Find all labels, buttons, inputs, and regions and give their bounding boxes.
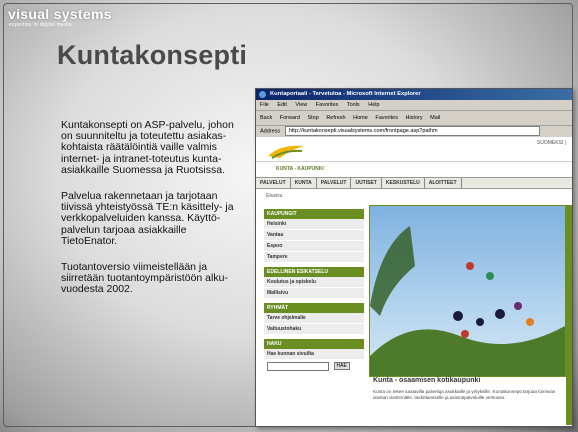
ie-icon xyxy=(259,91,266,98)
sidebar-heading: EDELLINEN ESIKATSELU xyxy=(264,267,364,277)
browser-titlebar: Kuntaportaali - Tervetuloa - Microsoft I… xyxy=(256,89,572,100)
menu-file[interactable]: File xyxy=(260,102,269,108)
sidebar-item[interactable]: Tampere xyxy=(264,252,364,263)
slide-body: Kuntakonsepti on ASP-palvelu, johon on s… xyxy=(61,119,241,311)
site-sidebar: KAUPUNGIT Helsinki Vantaa Espoo Tampere … xyxy=(264,205,364,371)
page-header: SUOMEKSI | xyxy=(256,137,572,162)
menu-help[interactable]: Help xyxy=(368,102,379,108)
brand-tagline: expertise in digital media xyxy=(9,22,72,28)
language-link[interactable]: SUOMEKSI | xyxy=(537,140,566,146)
nav-item[interactable]: ALOITTEET xyxy=(425,178,462,188)
sidebar-item[interactable]: Mallisivu xyxy=(264,288,364,299)
window-title: Kuntaportaali - Tervetuloa - Microsoft I… xyxy=(270,91,421,97)
history-button[interactable]: History xyxy=(405,115,422,121)
kunta-logo-icon xyxy=(268,145,304,159)
slide-title: Kuntakonsepti xyxy=(57,40,248,70)
sidebar-heading: KAUPUNGIT xyxy=(264,209,364,219)
browser-screenshot: Kuntaportaali - Tervetuloa - Microsoft I… xyxy=(255,88,573,427)
menu-view[interactable]: View xyxy=(295,102,307,108)
nav-item[interactable]: KESKUSTELU xyxy=(382,178,425,188)
refresh-button[interactable]: Refresh xyxy=(326,115,345,121)
menu-bar: File Edit View Favorites Tools Help xyxy=(256,100,572,111)
brand-logo: visual systems xyxy=(8,6,112,22)
favorites-button[interactable]: Favorites xyxy=(375,115,398,121)
sidebar-item[interactable]: Valtuustohaku xyxy=(264,324,364,335)
web-page: SUOMEKSI | KUNTA - KAUPUNKI PALVELUT KUNT… xyxy=(256,137,572,426)
hero-text: Kunta on tekee saatavilla palveluja asuk… xyxy=(373,389,556,400)
menu-favorites[interactable]: Favorites xyxy=(316,102,339,108)
home-button[interactable]: Home xyxy=(353,115,368,121)
sidebar-item[interactable]: Espoo xyxy=(264,241,364,252)
hero-image xyxy=(369,205,566,377)
back-button[interactable]: Back xyxy=(260,115,272,121)
hero-caption: Kunta - osaamisen kotikaupunki xyxy=(373,377,481,384)
nav-item[interactable]: UUTISET xyxy=(351,178,382,188)
stop-button[interactable]: Stop xyxy=(307,115,318,121)
site-search-input[interactable] xyxy=(267,362,329,371)
right-column xyxy=(566,205,572,425)
breadcrumb[interactable]: Etusivu xyxy=(266,193,282,199)
address-label: Address xyxy=(260,128,281,135)
address-input[interactable]: http://kuntakonsepti.visualsystems.com/f… xyxy=(284,126,540,136)
menu-edit[interactable]: Edit xyxy=(277,102,286,108)
sidebar-item: Hae kunnan sivuilta xyxy=(264,349,364,360)
site-search-button[interactable]: HAE xyxy=(333,361,350,370)
sidebar-heading: HAKU xyxy=(264,339,364,349)
paragraph-3: Tuotantoversio viimeistellään ja siirret… xyxy=(61,261,228,296)
sidebar-item[interactable]: Koulutus ja opiskelu xyxy=(264,277,364,288)
nav-item[interactable]: PALVELUT xyxy=(256,178,291,188)
mail-button[interactable]: Mail xyxy=(430,115,440,121)
sidebar-item[interactable]: Helsinki xyxy=(264,219,364,230)
paragraph-2: Palvelua rakennetaan ja tarjotaan tiivis… xyxy=(61,190,234,247)
site-logo-text: KUNTA - KAUPUNKI xyxy=(276,166,324,172)
sidebar-item[interactable]: Vantaa xyxy=(264,230,364,241)
juggling-balls-icon xyxy=(370,226,565,376)
menu-tools[interactable]: Tools xyxy=(347,102,360,108)
paragraph-1: Kuntakonsepti on ASP-palvelu, johon on s… xyxy=(61,119,234,176)
forward-button[interactable]: Forward xyxy=(280,115,300,121)
nav-item[interactable]: PALVELUT xyxy=(317,178,352,188)
sidebar-item[interactable]: Tarve ohjelmalle xyxy=(264,313,364,324)
nav-item[interactable]: KUNTA xyxy=(291,178,317,188)
site-nav: PALVELUT KUNTA PALVELUT UUTISET KESKUSTELU AL… xyxy=(256,177,572,189)
browser-toolbar: Back Forward Stop Refresh Home Favorites… xyxy=(256,111,572,126)
sidebar-heading: RYHMÄT xyxy=(264,303,364,313)
